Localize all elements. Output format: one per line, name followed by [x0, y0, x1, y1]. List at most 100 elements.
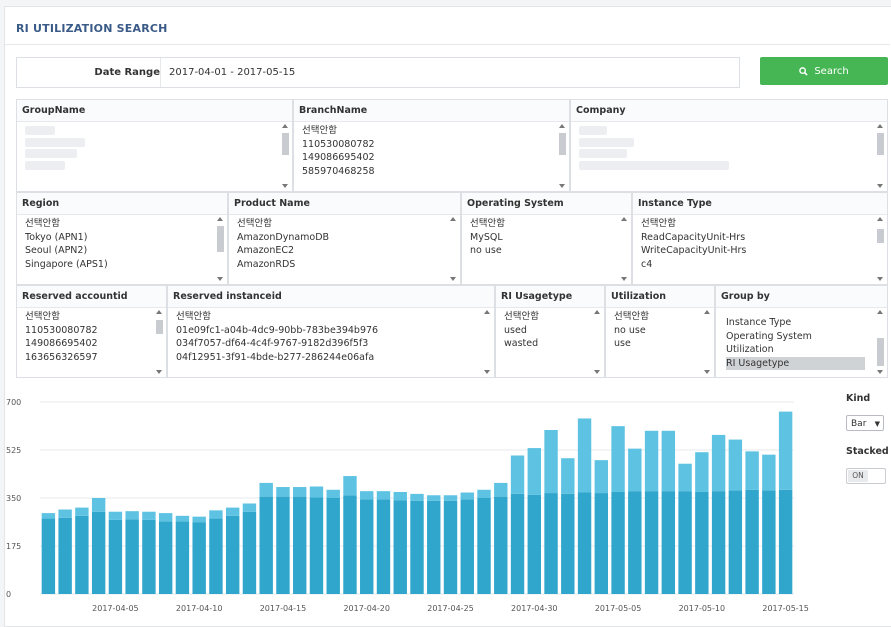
option[interactable]: used: [504, 324, 590, 338]
option[interactable]: 선택안함: [641, 217, 873, 231]
option[interactable]: 선택안함: [25, 217, 213, 231]
option[interactable]: Singapore (APS1): [25, 258, 213, 272]
option[interactable]: no use: [470, 244, 617, 258]
bar-segment-lower: [242, 511, 257, 594]
bar-segment-upper: [494, 482, 508, 497]
search-button[interactable]: Search: [760, 57, 888, 85]
option[interactable]: 선택안함: [237, 217, 446, 231]
bar-segment-upper: [192, 516, 206, 523]
filter-branchname-list[interactable]: 선택안함 110530080782 149086695402 585970468…: [302, 124, 555, 189]
bar-segment-lower: [142, 519, 156, 594]
option[interactable]: Utilization: [726, 343, 865, 357]
scrollbar[interactable]: [449, 217, 458, 281]
option[interactable]: WriteCapacityUnit-Hrs: [641, 244, 873, 258]
option[interactable]: 01e09fc1-a04b-4dc9-90bb-783be394b976: [176, 324, 480, 338]
option[interactable]: 선택안함: [614, 310, 700, 324]
option[interactable]: 149086695402: [302, 151, 555, 165]
bar-segment-lower: [510, 493, 525, 594]
filter-ri-usagetype-list[interactable]: 선택안함 used wasted: [504, 310, 590, 375]
option[interactable]: AmazonEC2: [237, 244, 446, 258]
bar-segment-lower: [41, 518, 56, 594]
bar-segment-lower: [360, 499, 374, 594]
bar-segment-lower: [745, 489, 759, 594]
bar-segment-upper: [410, 493, 424, 501]
option[interactable]: Operating System: [726, 330, 865, 344]
x-tick-label: 2017-04-10: [176, 604, 223, 613]
option[interactable]: ReadCapacityUnit-Hrs: [641, 231, 873, 245]
option[interactable]: Seoul (APN2): [25, 244, 213, 258]
option[interactable]: wasted: [504, 337, 590, 351]
filter-product-name-list[interactable]: 선택안함 AmazonDynamoDB AmazonEC2 AmazonRDS: [237, 217, 446, 282]
filter-product-name-label: Product Name: [229, 193, 460, 215]
blurred-option: [579, 149, 627, 158]
stacked-toggle[interactable]: ON: [846, 468, 886, 484]
scrollbar[interactable]: [483, 310, 492, 374]
scrollbar[interactable]: [620, 217, 629, 281]
option[interactable]: AmazonRDS: [237, 258, 446, 272]
option[interactable]: 149086695402: [25, 337, 152, 351]
bar-segment-upper: [225, 507, 240, 516]
filter-instance-type: Instance Type 선택안함 ReadCapacityUnit-Hrs …: [632, 192, 888, 285]
option[interactable]: 034f7057-df64-4c4f-9767-9182d396f5f3: [176, 337, 480, 351]
filter-ri-usagetype-label: RI Usagetype: [496, 286, 604, 308]
filter-instance-type-list[interactable]: 선택안함 ReadCapacityUnit-Hrs WriteCapacityU…: [641, 217, 873, 282]
filter-region-label: Region: [17, 193, 227, 215]
option[interactable]: no use: [614, 324, 700, 338]
option[interactable]: Tokyo (APN1): [25, 231, 213, 245]
bar-segment-lower: [628, 491, 642, 594]
scrollbar[interactable]: [281, 124, 290, 188]
bar-segment-upper: [661, 430, 676, 492]
filter-operating-system-list[interactable]: 선택안함 MySQL no use: [470, 217, 617, 282]
filter-utilization-list[interactable]: 선택안함 no use use: [614, 310, 700, 375]
bar-segment-lower: [678, 491, 692, 594]
option[interactable]: 585970468258: [302, 165, 555, 179]
option[interactable]: AmazonDynamoDB: [237, 231, 446, 245]
date-range-input[interactable]: 2017-04-01 - 2017-05-15: [169, 58, 295, 87]
scrollbar[interactable]: [876, 217, 885, 281]
scrollbar[interactable]: [876, 124, 885, 188]
scrollbar[interactable]: [558, 124, 567, 188]
option[interactable]: use: [614, 337, 700, 351]
option[interactable]: 선택안함: [302, 124, 555, 138]
scrollbar[interactable]: [703, 310, 712, 374]
option[interactable]: 110530080782: [25, 324, 152, 338]
option[interactable]: MySQL: [470, 231, 617, 245]
option[interactable]: 04f12951-3f91-4bde-b277-286244e06afa: [176, 351, 480, 365]
bar-segment-upper: [125, 511, 139, 520]
stacked-toggle-state: ON: [848, 470, 868, 482]
bar-segment-upper: [276, 487, 290, 497]
bar-segment-lower: [561, 493, 575, 594]
kind-select[interactable]: Bar ▼: [846, 415, 884, 431]
bar-segment-lower: [695, 491, 709, 594]
filter-group-by-list[interactable]: Instance Type Operating System Utilizati…: [726, 316, 865, 375]
bar-segment-lower: [276, 496, 290, 594]
bar-segment-lower: [611, 491, 625, 594]
scrollbar[interactable]: [216, 217, 225, 281]
bar-segment-lower: [594, 493, 609, 594]
filter-groupname-list[interactable]: [25, 124, 278, 189]
filter-reserved-accountid-list[interactable]: 선택안함 110530080782 149086695402 163656326…: [25, 310, 152, 375]
option[interactable]: 선택안함: [25, 310, 152, 324]
option[interactable]: 선택안함: [504, 310, 590, 324]
scrollbar[interactable]: [593, 310, 602, 374]
filter-region-list[interactable]: 선택안함 Tokyo (APN1) Seoul (APN2) Singapore…: [25, 217, 213, 282]
option[interactable]: 163656326597: [25, 351, 152, 365]
filter-region: Region 선택안함 Tokyo (APN1) Seoul (APN2) Si…: [16, 192, 228, 285]
bar-segment-upper: [242, 503, 257, 512]
filter-reserved-instanceid-list[interactable]: 선택안함 01e09fc1-a04b-4dc9-90bb-783be394b97…: [176, 310, 480, 375]
option[interactable]: c4: [641, 258, 873, 272]
bar-segment-upper: [577, 418, 592, 493]
filter-utilization-label: Utilization: [606, 286, 714, 308]
bar-segment-upper: [108, 511, 123, 520]
bar-segment-lower: [376, 499, 391, 594]
option-selected[interactable]: RI Usagetype: [726, 356, 865, 370]
bar-segment-lower: [778, 489, 793, 594]
y-tick-label: 0: [6, 590, 11, 599]
scrollbar[interactable]: [876, 310, 885, 374]
option[interactable]: Instance Type: [726, 316, 865, 330]
option[interactable]: 선택안함: [176, 310, 480, 324]
option[interactable]: 110530080782: [302, 138, 555, 152]
option[interactable]: 선택안함: [470, 217, 617, 231]
filter-company-list[interactable]: [579, 124, 873, 189]
scrollbar[interactable]: [155, 310, 164, 374]
